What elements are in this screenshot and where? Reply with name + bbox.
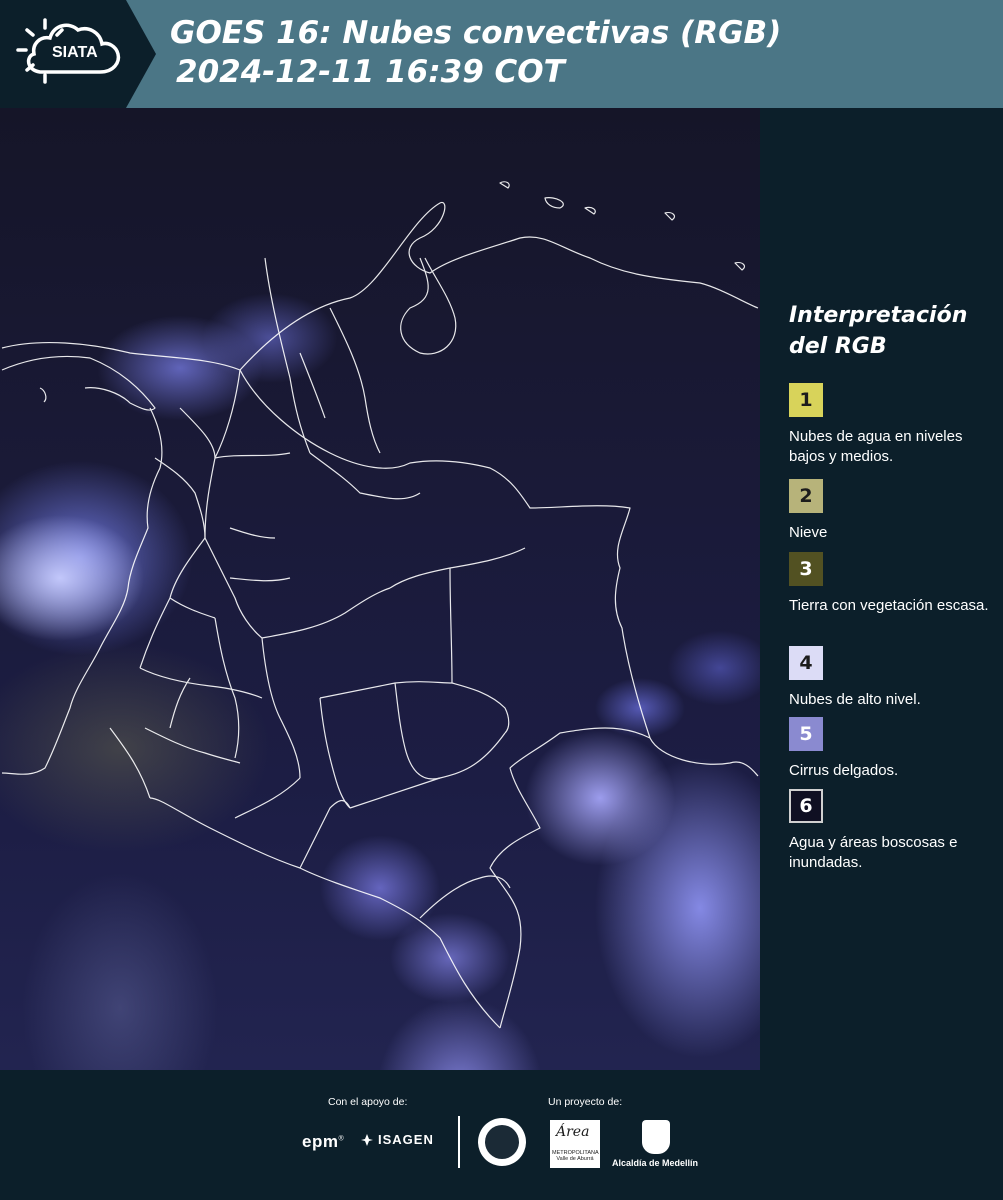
legend-swatch-2: 2 (789, 479, 823, 513)
footer: Con el apoyo de: Un proyecto de: epm® IS… (0, 1070, 1003, 1200)
legend-item-1: 1 Nubes de agua en niveles bajos y medio… (789, 383, 994, 467)
legend-swatch-4: 4 (789, 646, 823, 680)
legend-label-3: Tierra con vegetación escasa. (789, 597, 989, 614)
siata-logo-panel: SIATA (0, 0, 158, 108)
legend-item-4: 4 Nubes de alto nivel. (789, 646, 994, 710)
legend-title: Interpretación del RGB (789, 300, 989, 362)
legend-item-5: 5 Cirrus delgados. (789, 717, 994, 781)
header-bar: SIATA GOES 16: Nubes convectivas (RGB) 2… (0, 0, 1003, 108)
legend-swatch-1: 1 (789, 383, 823, 417)
epm-logo: epm® (302, 1132, 345, 1151)
legend-label-2: Nieve (789, 524, 828, 541)
area-logo-subtext: METROPOLITANA Valle de Aburrá (552, 1150, 599, 1162)
area-logo-word: Área (556, 1124, 590, 1140)
footer-divider (458, 1116, 460, 1168)
satellite-image (0, 108, 760, 1070)
legend-title-line2: del RGB (789, 334, 887, 359)
legend-label-5: Cirrus delgados. (789, 762, 899, 779)
isagen-mark-icon (361, 1133, 373, 1146)
medellin-seal-logo (478, 1118, 526, 1166)
support-label: Con el apoyo de: (328, 1096, 408, 1108)
page-title: GOES 16: Nubes convectivas (RGB) 2024-12… (170, 14, 781, 92)
title-timestamp: 2024-12-11 16:39 COT (176, 54, 565, 90)
legend-title-line1: Interpretación (789, 303, 968, 328)
isagen-logo-text: ISAGEN (378, 1132, 434, 1147)
legend-label-4: Nubes de alto nivel. (789, 691, 921, 708)
project-label: Un proyecto de: (548, 1096, 623, 1108)
title-product: GOES 16: Nubes convectivas (RGB) (170, 15, 782, 51)
seal-inner-icon (485, 1125, 519, 1159)
epm-logo-text: epm (302, 1132, 339, 1151)
legend-item-2: 2 Nieve (789, 479, 994, 543)
legend-label-1: Nubes de agua en niveles bajos y medios. (789, 428, 963, 465)
siata-logo-text: SIATA (52, 44, 98, 61)
legend-item-6: 6 Agua y áreas boscosas e inundadas. (789, 789, 994, 873)
isagen-logo: ISAGEN (360, 1132, 434, 1147)
map-boundaries (1, 181, 759, 1029)
legend-item-3: 3 Tierra con vegetación escasa. (789, 552, 994, 616)
alcaldia-crest-icon (642, 1120, 670, 1154)
area-metropolitana-logo: Área METROPOLITANA Valle de Aburrá (550, 1120, 600, 1168)
legend-swatch-3: 3 (789, 552, 823, 586)
legend-swatch-5: 5 (789, 717, 823, 751)
legend-swatch-6: 6 (789, 789, 823, 823)
legend-label-6: Agua y áreas boscosas e inundadas. (789, 834, 958, 871)
alcaldia-label: Alcaldía de Medellín (612, 1158, 699, 1168)
